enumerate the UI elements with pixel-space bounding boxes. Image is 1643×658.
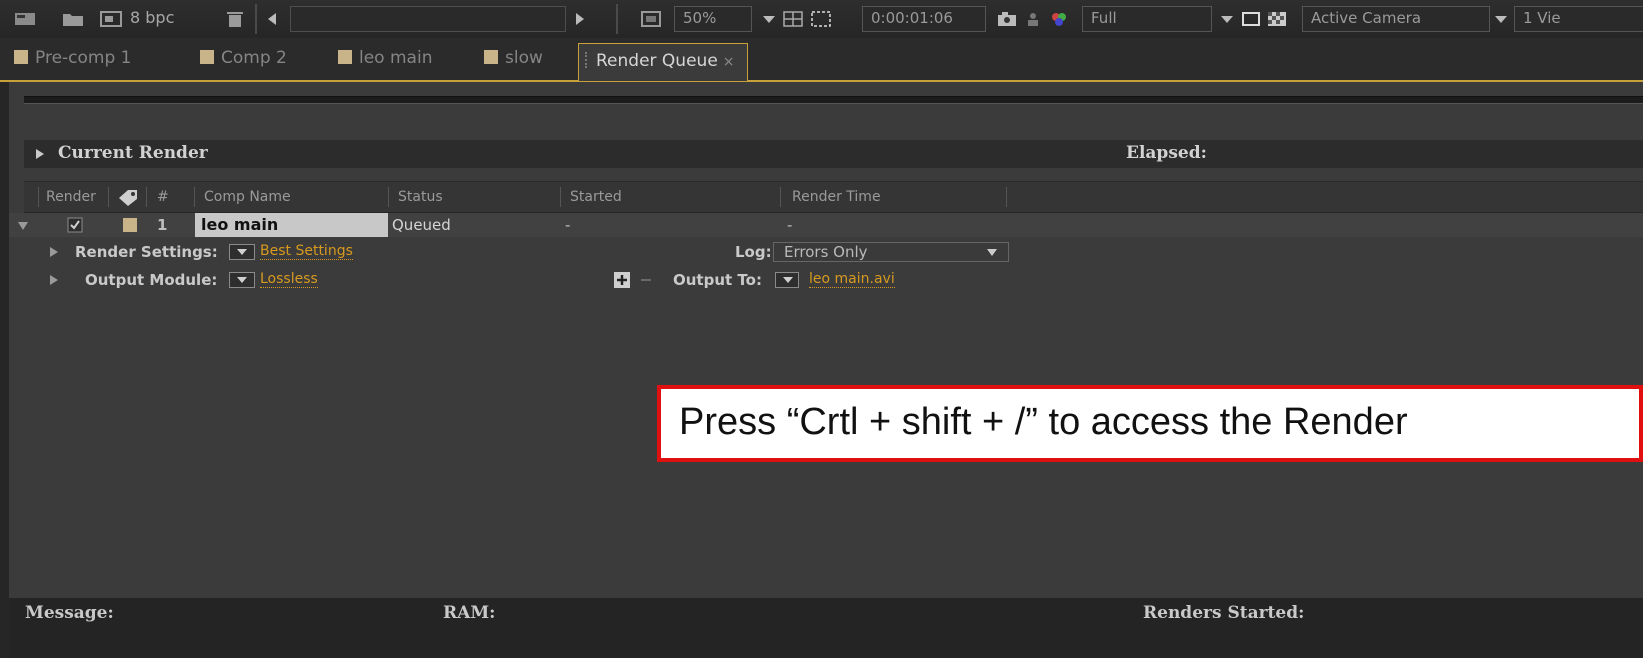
column-started[interactable]: Started [570,189,622,205]
label-color-swatch [14,50,28,64]
label-color-swatch [484,50,498,64]
zoom-dropdown[interactable]: 50% [674,6,752,32]
composition-icon[interactable] [100,10,122,28]
label-tag-icon[interactable] [116,188,140,206]
chevron-down-icon[interactable] [1490,10,1512,28]
resolution-value: Full [1091,9,1117,27]
renders-started-label: Renders Started: [1143,603,1305,623]
queue-index: 1 [157,216,168,234]
log-label: Log: [735,243,772,261]
render-time-value: - [787,216,793,234]
column-comp-name[interactable]: Comp Name [204,189,291,205]
label-color-swatch[interactable] [123,218,137,232]
status-footer: Message: RAM: Renders Started: [9,598,1643,658]
log-dropdown[interactable]: Errors Only [773,242,1009,262]
bit-depth-label[interactable]: 8 bpc [130,8,174,27]
camera-value: Active Camera [1311,9,1422,27]
trash-icon[interactable] [224,10,246,28]
tab-comp-2[interactable]: Comp 2 [200,48,287,78]
output-to-dropdown[interactable] [775,272,799,288]
drag-grip-icon[interactable] [585,52,592,68]
viewer-icon[interactable] [640,10,662,28]
camera-snapshot-icon[interactable] [996,10,1018,28]
panel-left-edge [0,82,9,658]
toolbar: 8 bpc 50% 0:00:01:06 Full Active Camera … [0,0,1643,39]
region-of-interest-icon[interactable] [1240,10,1262,28]
expand-triangle-icon[interactable] [34,148,46,160]
mask-icon[interactable] [810,10,832,28]
instruction-callout: Press “Crtl + shift + /” to access the R… [657,385,1643,462]
callout-text: Press “Crtl + shift + /” to access the R… [679,401,1408,443]
output-to-link[interactable]: leo main.avi [809,271,895,288]
chevron-down-icon[interactable] [758,10,780,28]
close-icon[interactable]: × [723,54,735,70]
camera-dropdown[interactable]: Active Camera [1302,6,1490,32]
render-checkbox[interactable] [67,217,83,233]
scroll-right-icon[interactable] [568,10,590,28]
collapse-triangle-icon[interactable] [17,221,29,231]
ram-label: RAM: [443,603,496,623]
tab-label: Comp 2 [221,48,287,68]
tab-label: Render Queue [596,51,718,71]
output-module-label: Output Module: [85,271,218,289]
show-snapshot-icon[interactable] [1022,10,1044,28]
output-module-link[interactable]: Lossless [260,271,318,288]
flowchart-icon[interactable] [14,10,36,28]
queue-column-header: Render # Comp Name Status Started Render… [24,181,1643,213]
transparency-grid-icon[interactable] [1266,10,1288,28]
views-value: 1 Vie [1523,9,1561,27]
add-output-module-icon[interactable] [613,271,631,289]
output-module-dropdown[interactable] [229,272,255,288]
tab-leo-main[interactable]: leo main [338,48,432,78]
color-channels-icon[interactable] [1048,10,1070,28]
render-settings-label: Render Settings: [75,243,218,261]
scroll-left-icon[interactable] [262,10,284,28]
tab-label: Pre-comp 1 [35,48,132,68]
chevron-down-icon[interactable] [1216,10,1238,28]
message-label: Message: [25,603,114,623]
render-progress-bar [24,96,1643,104]
column-status[interactable]: Status [398,189,443,205]
elapsed-label: Elapsed: [1126,143,1207,163]
tab-render-queue[interactable]: Render Queue × [578,43,748,81]
tab-label: leo main [359,48,433,68]
render-settings-dropdown[interactable] [229,244,255,260]
comp-name-value: leo main [201,215,279,234]
tab-slow[interactable]: slow [484,48,543,78]
output-module-row: Output Module: Lossless Output To: leo m… [9,268,1643,292]
tab-pre-comp-1[interactable]: Pre-comp 1 [14,48,131,78]
output-to-label: Output To: [673,271,762,289]
expand-triangle-icon[interactable] [49,246,59,258]
zoom-value: 50% [683,9,717,27]
grid-icon[interactable] [782,10,804,28]
label-color-swatch [200,50,214,64]
started-value: - [565,216,571,234]
scrollbar-track[interactable] [290,6,566,32]
views-dropdown[interactable]: 1 Vie [1514,6,1643,32]
remove-output-module-icon[interactable] [637,271,655,289]
resolution-dropdown[interactable]: Full [1082,6,1212,32]
status-value: Queued [392,216,451,234]
timecode-value: 0:00:01:06 [871,9,953,27]
table-row[interactable]: 1 leo main Queued - - [9,213,1643,237]
timecode-field[interactable]: 0:00:01:06 [862,6,986,32]
column-render-time[interactable]: Render Time [792,189,881,205]
current-render-header[interactable]: Current Render Elapsed: [24,140,1643,168]
panel-tab-bar: Pre-comp 1 Comp 2 leo main slow Render Q… [0,38,1643,82]
label-color-swatch [338,50,352,64]
current-render-label: Current Render [58,143,208,163]
folder-icon[interactable] [62,10,84,28]
expand-triangle-icon[interactable] [49,274,59,286]
render-settings-row: Render Settings: Best Settings Log: Erro… [9,240,1643,264]
log-value: Errors Only [784,243,868,261]
column-render[interactable]: Render [46,189,96,205]
render-settings-link[interactable]: Best Settings [260,243,353,260]
column-number[interactable]: # [157,189,169,205]
chevron-down-icon [987,249,997,256]
tab-label: slow [505,48,543,68]
comp-name-cell[interactable]: leo main [195,213,388,237]
